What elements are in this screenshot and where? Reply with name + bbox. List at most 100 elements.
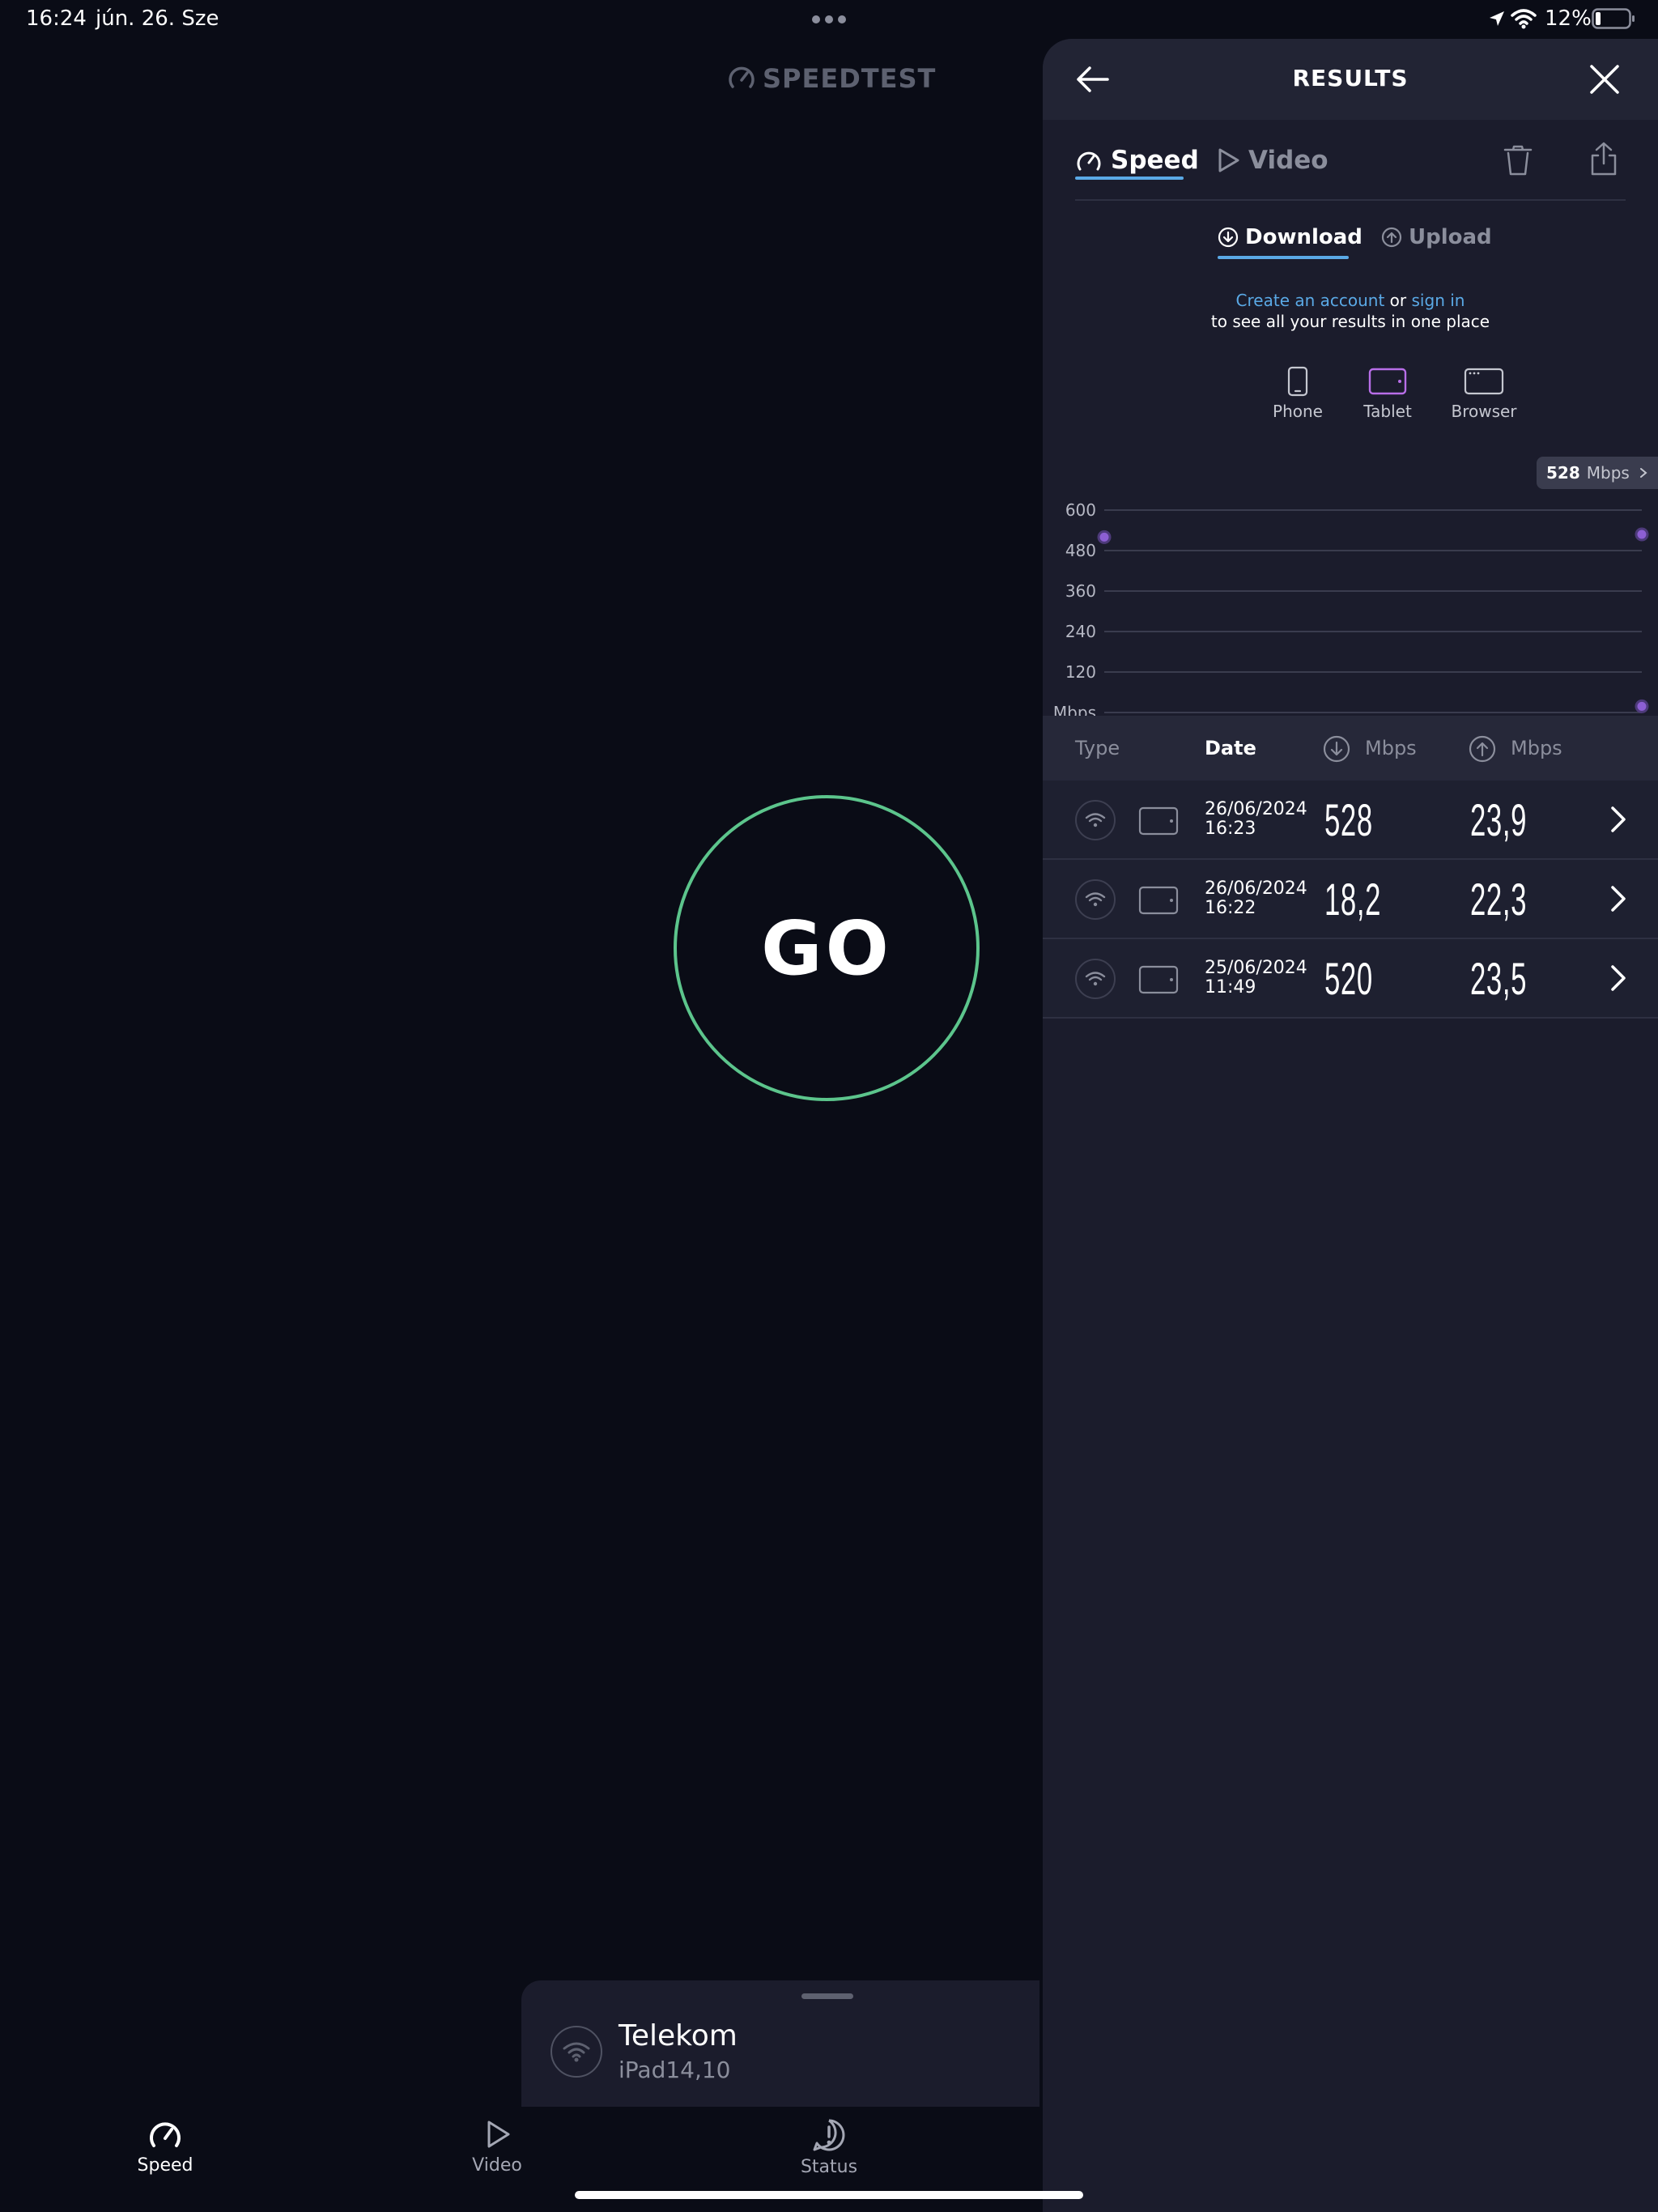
table-row[interactable]: 26/06/2024 16:22 18,2 22,3 <box>1043 860 1658 939</box>
chart-point[interactable] <box>1635 527 1649 542</box>
network-device: iPad14,10 <box>619 2057 731 2083</box>
subtab-download-label: Download <box>1245 225 1363 249</box>
upload-circle-icon <box>1381 227 1402 248</box>
tab-speed[interactable]: Speed <box>1075 146 1199 175</box>
results-header: RESULTS <box>1043 39 1658 120</box>
chart-point[interactable] <box>1635 699 1649 713</box>
col-type[interactable]: Type <box>1075 737 1120 759</box>
logo-text: SPEEDTEST <box>763 63 937 94</box>
row-date: 26/06/2024 16:22 <box>1205 878 1307 918</box>
device-filter-browser-label: Browser <box>1451 402 1517 421</box>
device-filter-phone-label: Phone <box>1273 402 1323 421</box>
status-bar: 16:24 jún. 26. Sze 12% <box>0 0 1658 39</box>
table-row[interactable]: 25/06/2024 11:49 520 23,5 <box>1043 939 1658 1019</box>
wifi-icon <box>1075 800 1116 840</box>
nav-status-label: Status <box>800 2157 858 2177</box>
speedometer-icon <box>1077 151 1101 171</box>
chevron-right-icon <box>1611 965 1626 991</box>
upload-circle-icon <box>1469 735 1496 763</box>
nav-speed-label: Speed <box>137 2155 193 2176</box>
nav-video[interactable]: Video <box>432 2118 562 2176</box>
results-title: RESULTS <box>1292 65 1409 91</box>
row-upload-value: 22,3 <box>1470 874 1528 925</box>
network-wifi-icon <box>551 2026 602 2078</box>
nav-speed[interactable]: Speed <box>100 2118 230 2176</box>
row-upload-value: 23,9 <box>1470 794 1528 845</box>
phone-icon <box>1287 366 1308 397</box>
create-account-link[interactable]: Create an account <box>1236 291 1385 310</box>
network-name: Telekom <box>619 2019 738 2052</box>
col-upload-mbps[interactable]: Mbps <box>1511 737 1562 759</box>
status-date: jún. 26. Sze <box>96 6 219 31</box>
subtab-active-underline <box>1218 256 1349 259</box>
device-filter-tablet[interactable]: Tablet <box>1343 366 1432 421</box>
location-arrow-icon <box>1490 11 1504 26</box>
chevron-right-icon <box>1611 806 1626 832</box>
status-time: 16:24 <box>26 6 87 31</box>
go-label: GO <box>761 904 892 992</box>
y-tick-label: 240 <box>1065 622 1096 641</box>
chevron-right-icon <box>1611 886 1626 912</box>
y-tick-label: 600 <box>1065 500 1096 520</box>
share-icon[interactable] <box>1590 141 1618 177</box>
row-download-value: 520 <box>1324 953 1373 1004</box>
account-or-text: or <box>1384 291 1412 310</box>
multitasking-dots-icon[interactable] <box>811 15 847 24</box>
col-date[interactable]: Date <box>1205 737 1256 759</box>
device-filter-browser[interactable]: Browser <box>1439 366 1528 421</box>
results-table-header: Type Date Mbps Mbps <box>1043 716 1658 781</box>
table-row[interactable]: 26/06/2024 16:23 528 23,9 <box>1043 781 1658 860</box>
row-download-value: 18,2 <box>1324 874 1382 925</box>
device-filter-phone[interactable]: Phone <box>1253 366 1342 421</box>
tablet-icon <box>1138 806 1179 836</box>
row-date: 25/06/2024 11:49 <box>1205 958 1307 998</box>
subtab-upload[interactable]: Upload <box>1381 225 1492 249</box>
chart-point[interactable] <box>1097 530 1112 544</box>
wifi-icon <box>1511 9 1537 29</box>
badge-unit: Mbps <box>1586 463 1630 483</box>
y-tick-label: 480 <box>1065 541 1096 560</box>
tab-speed-label: Speed <box>1111 146 1199 175</box>
close-icon[interactable] <box>1587 62 1622 97</box>
battery-icon <box>1592 8 1635 29</box>
row-download-value: 528 <box>1324 794 1373 845</box>
tablet-icon <box>1138 965 1179 994</box>
speed-history-chart: 600480360240120MbpsJun 2024Jun 2024 <box>1053 500 1649 739</box>
row-date: 26/06/2024 16:23 <box>1205 799 1307 839</box>
sign-in-link[interactable]: sign in <box>1412 291 1465 310</box>
go-button[interactable]: GO <box>674 795 980 1101</box>
speedtest-logo: SPEEDTEST <box>727 63 936 94</box>
device-filter-tablet-label: Tablet <box>1363 402 1412 421</box>
results-panel: RESULTS Speed Video Download Upload Crea… <box>1043 39 1658 2212</box>
battery-percentage: 12% <box>1545 6 1592 31</box>
play-icon <box>1218 148 1239 172</box>
tablet-icon <box>1368 368 1407 395</box>
account-prompt-line2: to see all your results in one place <box>1210 312 1490 331</box>
home-indicator <box>575 2191 1083 2199</box>
download-circle-icon <box>1323 735 1350 763</box>
speedometer-icon <box>150 2122 181 2147</box>
tab-active-underline <box>1075 177 1184 180</box>
tab-video-label: Video <box>1248 146 1329 175</box>
network-info-sheet[interactable]: Telekom iPad14,10 <box>521 1980 1039 2107</box>
download-circle-icon <box>1218 227 1239 248</box>
subtab-upload-label: Upload <box>1409 225 1492 249</box>
browser-icon <box>1464 368 1504 395</box>
col-download-mbps[interactable]: Mbps <box>1365 737 1417 759</box>
chevron-right-icon <box>1639 468 1647 478</box>
account-prompt: Create an account or sign in to see all … <box>1043 290 1658 332</box>
chart-value-badge[interactable]: 528 Mbps <box>1537 457 1658 489</box>
sheet-handle[interactable] <box>801 1993 853 1999</box>
trash-icon[interactable] <box>1503 144 1533 177</box>
play-icon <box>487 2121 510 2148</box>
tab-video[interactable]: Video <box>1216 146 1329 175</box>
subtab-download[interactable]: Download <box>1218 225 1363 249</box>
nav-video-label: Video <box>472 2155 522 2176</box>
nav-status[interactable]: Status <box>764 2118 894 2177</box>
wifi-icon <box>1075 879 1116 920</box>
tabs-divider <box>1075 199 1626 201</box>
y-tick-label: 120 <box>1065 662 1096 682</box>
badge-value: 528 <box>1546 463 1580 483</box>
row-upload-value: 23,5 <box>1470 953 1528 1004</box>
alert-icon <box>813 2119 845 2151</box>
